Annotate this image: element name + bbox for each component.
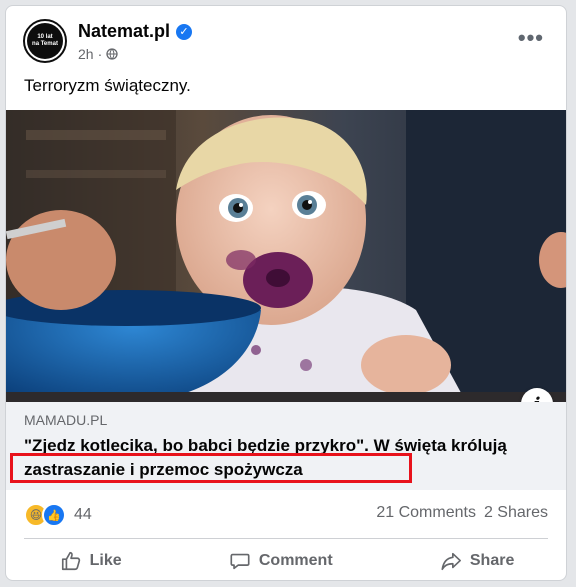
like-icon [61,551,80,571]
link-preview-image[interactable]: i [6,110,566,402]
child-photo [6,110,566,402]
share-label: Share [469,552,515,569]
share-icon [441,552,461,571]
page-avatar[interactable]: 10 lat na Temat [23,19,67,63]
comments-count[interactable]: 21 Comments [376,504,476,522]
shares-count[interactable]: 2 Shares [484,504,548,522]
like-reaction-icon: 👍 [42,503,66,527]
page-name[interactable]: Natemat.pl [78,21,170,42]
link-domain: MAMADU.PL [24,412,108,428]
comment-icon [230,553,250,570]
post-time[interactable]: 2h [78,46,94,62]
reactions-summary[interactable]: 😆 👍 44 [24,503,92,527]
post-meta: 2h · [78,46,118,62]
more-icon[interactable]: ••• [518,27,544,49]
avatar-text-top: 10 lat [37,34,53,40]
share-button[interactable]: Share [426,544,528,578]
reaction-count: 44 [74,506,92,523]
comment-button[interactable]: Comment [215,544,347,578]
link-preview[interactable]: MAMADU.PL "Zjedz kotlecika, bo babci będ… [6,402,566,490]
post-text: Terroryzm świąteczny. [24,76,191,95]
highlight-box [10,453,412,483]
action-bar: Like Comment Share [6,540,566,580]
like-button[interactable]: Like [46,544,136,578]
like-label: Like [89,552,122,569]
globe-icon [106,48,118,60]
meta-separator: · [97,46,103,62]
post-card: 10 lat na Temat Natemat.pl ✓ 2h · ••• Te… [5,5,567,581]
page-name-row: Natemat.pl ✓ [78,21,193,42]
avatar-text-bottom: na Temat [32,41,58,47]
comment-label: Comment [258,552,333,569]
engagement-counts: 21 Comments 2 Shares [376,504,548,522]
verified-icon: ✓ [176,23,193,40]
divider [24,538,548,539]
avatar-logo: 10 lat na Temat [27,23,63,59]
